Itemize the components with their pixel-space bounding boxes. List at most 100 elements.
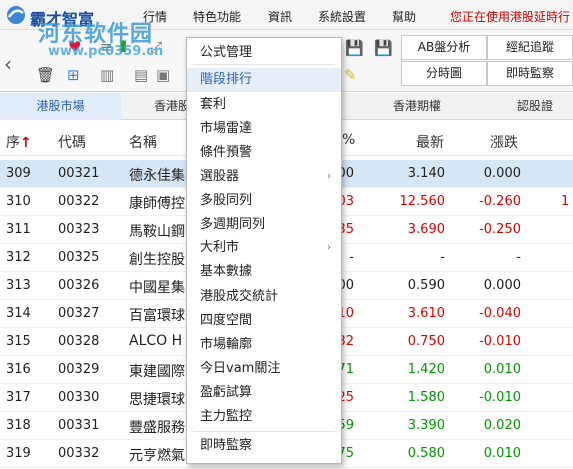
save-as-icon[interactable]: 💾 [374,39,393,57]
menu-item-label: 港股成交統計 [200,289,279,304]
add-window-icon[interactable]: ⊞ [67,66,80,84]
app-logo-icon [7,6,25,24]
menu-item-14[interactable]: 盈虧試算 [187,381,341,405]
menu-item-13[interactable]: 今日vam關注 [187,357,341,381]
stock-code: 00326 [58,278,100,293]
stock-code: 00328 [58,334,100,349]
stock-name: 創生控股 [129,252,185,268]
price-change: 0.010 [483,362,521,377]
last-price: 0.750 [407,334,445,349]
last-price: 3.690 [407,222,445,237]
row-seq: 312 [6,250,31,265]
row-seq: 309 [6,166,31,181]
column-layout-icon[interactable]: ▥ [100,66,114,84]
menu-item-10[interactable]: 港股成交統計 [187,285,341,309]
submenu-arrow-icon: › [327,171,331,182]
menu-item-label: 基本數據 [200,264,253,279]
stock-name: 馬鞍山鋼 [129,224,185,240]
menu-item-label: 市場雷達 [200,121,253,136]
menu-item-3[interactable]: 市場雷達 [187,117,341,141]
menu-item-label: 大利市 [200,240,240,255]
col-seq-header[interactable]: 序↑ [6,132,32,152]
last-price: 0.580 [407,446,445,461]
menu-item-4[interactable]: 條件預警 [187,141,341,165]
col-last-header[interactable]: 最新 [416,132,444,152]
menu-separator [193,64,335,65]
tab-hk-stock-market[interactable]: 港股市場 [0,93,121,120]
menu-item-6[interactable]: 多股同列 [187,189,341,213]
stock-name: 康師傅控 [129,196,185,212]
col-name-header[interactable]: 名稱 [129,132,157,152]
time-share-chart-button[interactable]: 分時圖 [401,61,487,86]
stock-name: 元亨燃氣 [129,448,185,464]
window-layout-icon[interactable]: ▣ [156,66,170,84]
tab-hk-stocks[interactable]: 香港股 [154,93,190,120]
menu-item-8[interactable]: 大利市 › [187,236,341,260]
menu-item-15[interactable]: 主力監控 [187,405,341,429]
price-change: - [516,250,521,265]
menu-item-5[interactable]: 選股器 › [187,165,341,189]
last-price: 3.390 [407,418,445,433]
stock-name: 豐盛服務 [129,420,185,436]
sort-asc-icon: ↑ [20,135,32,151]
last-price: 1.580 [407,390,445,405]
menu-item-label: 即時監察 [200,438,253,453]
menu-settings[interactable]: 系統設置 [318,8,366,25]
price-change: -0.010 [479,390,521,405]
menu-item-label: 套利 [200,97,227,112]
menu-item-0[interactable]: 公式管理 [187,41,341,65]
menu-item-label: 主力監控 [200,409,253,424]
col-code-header[interactable]: 代碼 [58,132,86,152]
last-price: 1.420 [407,362,445,377]
stock-code: 00321 [58,166,100,181]
realtime-monitor-button[interactable]: 即時監察 [487,61,573,86]
col-change-header[interactable]: 漲跌 [490,132,518,152]
menu-item-11[interactable]: 四度空間 [187,309,341,333]
menu-item-label: 市場輪廓 [200,337,253,352]
tab-hk-options[interactable]: 香港期權 [393,93,441,120]
stock-name: 東建國際 [129,364,185,380]
stock-name: 中國星集 [129,280,185,296]
overflow-value: 1 [561,194,570,209]
pencil-icon[interactable]: ✎ [344,66,357,84]
menu-item-label: 選股器 [200,169,240,184]
price-change: 0.010 [483,446,521,461]
menu-item-1[interactable]: 階段排行 [187,68,341,92]
menu-item-9[interactable]: 基本數據 [187,260,341,284]
last-price: 0.590 [407,278,445,293]
last-price: 3.610 [407,306,445,321]
trash-icon[interactable]: 🗑 [36,66,55,84]
menu-item-16[interactable]: 即時監察 [187,434,341,458]
menu-item-label: 今日vam關注 [200,361,281,376]
menu-item-label: 多股同列 [200,193,253,208]
menu-help[interactable]: 幫助 [392,8,416,25]
ab-order-analysis-button[interactable]: AB盤分析 [401,35,487,60]
stock-name: 思捷環球 [129,392,185,408]
last-price: 3.140 [407,166,445,181]
row-seq: 311 [6,222,31,237]
stock-name: ALCO H [129,333,183,349]
row-seq: 318 [6,418,31,433]
price-change: -0.260 [479,194,521,209]
stock-code: 00327 [58,306,100,321]
app-window: 霸才智富 行情 特色功能 資訊 系統設置 幫助 您正在使用港股延時行 ‹ 🗑 ♥… [0,0,573,469]
watermark-url: www.pc0359.cn [48,44,164,59]
save-icon[interactable]: 💾 [345,39,364,57]
row-seq: 314 [6,306,31,321]
menu-features[interactable]: 特色功能 [193,8,241,25]
grid-layout-icon[interactable]: ▤ [134,66,148,84]
menu-item-label: 階段排行 [200,72,253,87]
menu-item-7[interactable]: 多週期同列 [187,213,341,237]
last-price: - [440,250,445,265]
broker-tracking-button[interactable]: 經紀追蹤 [487,35,573,60]
price-change: 0.000 [483,166,521,181]
features-dropdown-menu: 公式管理 階段排行 套利 市場雷達 條件預警 選股器 › 多股同列 多週期同列 大利市 › 基本數據港… [186,37,342,464]
menu-item-12[interactable]: 市場輪廓 [187,333,341,357]
back-arrow-icon[interactable]: ‹ [4,52,12,76]
menu-news[interactable]: 資訊 [268,8,292,25]
col-pct-header[interactable]: % [342,132,355,148]
menu-item-label: 公式管理 [200,45,253,60]
price-change: -0.040 [479,306,521,321]
menu-item-2[interactable]: 套利 [187,93,341,117]
tab-warrants[interactable]: 認股證 [517,93,553,120]
